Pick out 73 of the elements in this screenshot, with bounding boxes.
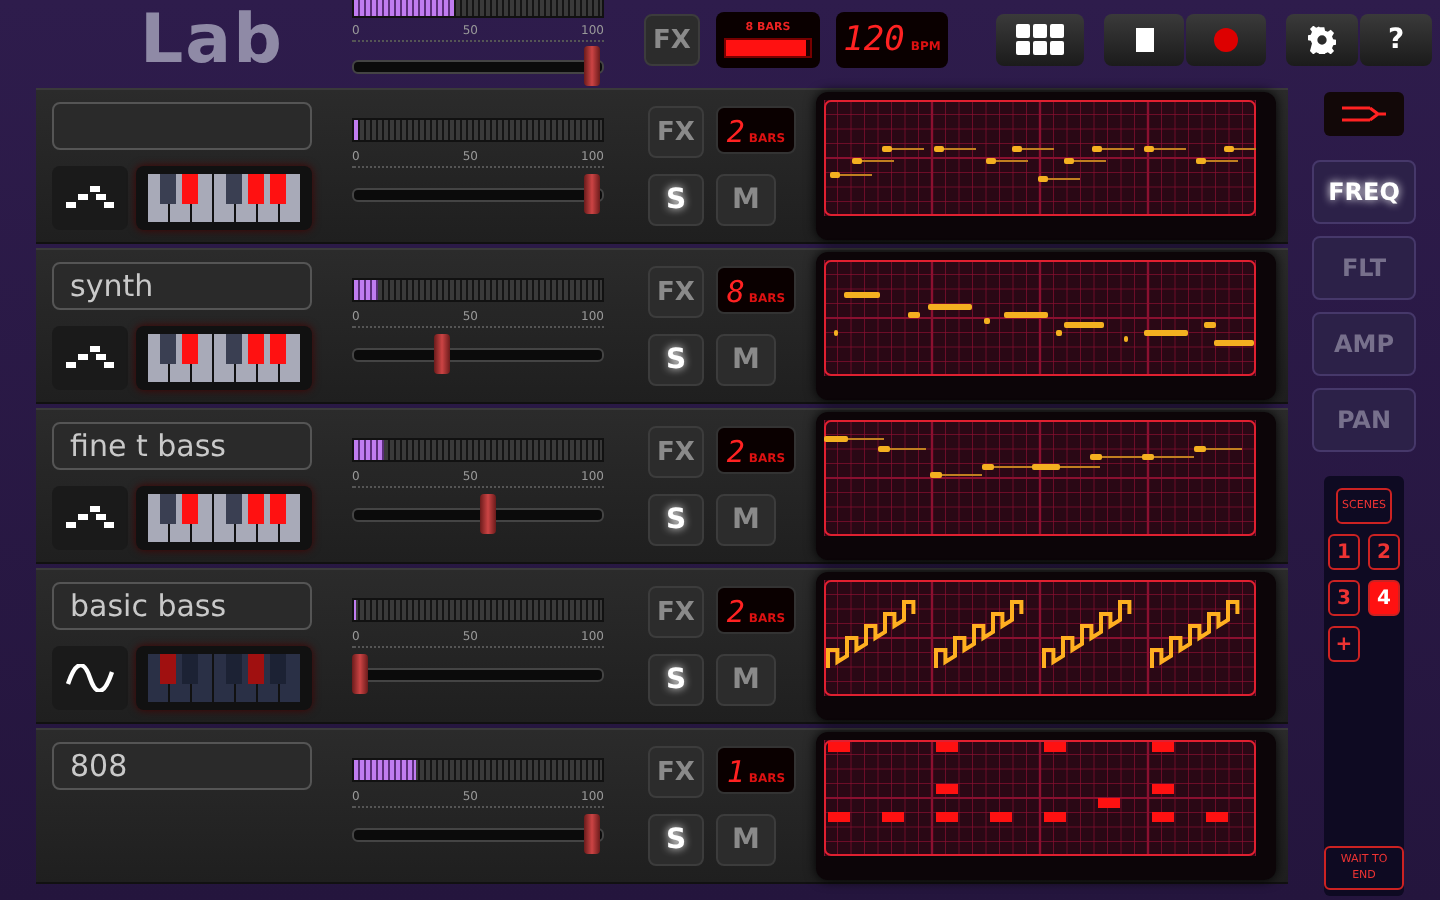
track-name-field[interactable]: basic bass	[52, 582, 312, 630]
solo-button[interactable]: S	[648, 494, 704, 546]
routing-button[interactable]	[1324, 92, 1404, 136]
help-button[interactable]: ?	[1360, 14, 1432, 66]
slider-thumb[interactable]	[584, 814, 600, 854]
solo-button[interactable]: S	[648, 814, 704, 866]
scene-button[interactable]: 1	[1328, 534, 1360, 570]
fx-button[interactable]: FX	[648, 106, 704, 158]
solo-button[interactable]: S	[648, 334, 704, 386]
sine-wave-icon[interactable]	[66, 664, 114, 692]
keyboard-icon[interactable]	[146, 174, 302, 222]
key-selector[interactable]	[136, 486, 312, 550]
scene-button[interactable]: 4	[1368, 580, 1400, 616]
slider-thumb[interactable]	[584, 174, 600, 214]
grid-view-button[interactable]	[996, 14, 1084, 66]
volume-slider[interactable]	[352, 494, 604, 534]
key-selector[interactable]	[136, 326, 312, 390]
parameter-tab[interactable]: FLT	[1312, 236, 1416, 300]
volume-slider[interactable]	[352, 654, 604, 694]
add-scene-button[interactable]: +	[1328, 626, 1360, 662]
volume-slider[interactable]	[352, 174, 604, 214]
fx-button[interactable]: FX	[648, 426, 704, 478]
keyboard-icon[interactable]	[146, 494, 302, 542]
stop-icon	[1135, 28, 1153, 52]
arpeggio-icon[interactable]	[66, 344, 114, 372]
slider-thumb[interactable]	[584, 46, 600, 86]
fx-button[interactable]: FX	[648, 746, 704, 798]
parameter-tab[interactable]: FREQ	[1312, 160, 1416, 224]
tempo-value: 120	[843, 20, 905, 60]
bars-value: 2	[726, 434, 745, 470]
slider-thumb[interactable]	[352, 654, 368, 694]
bars-value: 1	[726, 754, 745, 790]
mute-button[interactable]: M	[716, 334, 776, 386]
pattern-display[interactable]	[816, 252, 1276, 400]
slider-thumb[interactable]	[433, 334, 450, 374]
mute-button[interactable]: M	[716, 654, 776, 706]
record-button[interactable]	[1186, 14, 1266, 66]
arpeggio-icon[interactable]	[66, 184, 114, 212]
parameter-tab[interactable]: PAN	[1312, 388, 1416, 452]
mute-button[interactable]: M	[716, 494, 776, 546]
settings-icon	[1308, 26, 1336, 54]
scene-button[interactable]: 2	[1368, 534, 1400, 570]
parameter-tab[interactable]: AMP	[1312, 312, 1416, 376]
volume-slider[interactable]	[352, 334, 604, 374]
fx-button[interactable]: FX	[648, 586, 704, 638]
volume-slider[interactable]	[352, 814, 604, 854]
fx-button[interactable]: FX	[644, 14, 700, 66]
solo-button[interactable]: S	[648, 174, 704, 226]
track-name-field[interactable]: fine t bass	[52, 422, 312, 470]
track-name-field[interactable]	[52, 102, 312, 150]
fx-button[interactable]: FX	[648, 266, 704, 318]
stop-button[interactable]	[1104, 14, 1184, 66]
settings-button[interactable]	[1286, 14, 1358, 66]
pattern-display[interactable]	[816, 732, 1276, 880]
pattern-display[interactable]	[816, 572, 1276, 720]
mute-button[interactable]: M	[716, 174, 776, 226]
record-icon	[1214, 28, 1238, 52]
arpeggio-icon[interactable]	[66, 504, 114, 532]
keyboard-icon[interactable]	[146, 334, 302, 382]
bars-value: 2	[726, 594, 745, 630]
key-selector[interactable]	[136, 166, 312, 230]
track-name-field[interactable]: 808	[52, 742, 312, 790]
track-name-field[interactable]: synth	[52, 262, 312, 310]
bars-value: 2	[726, 114, 745, 150]
scene-button[interactable]: 3	[1328, 580, 1360, 616]
mute-button[interactable]: M	[716, 814, 776, 866]
bars-value: 8	[726, 274, 745, 310]
slider-thumb[interactable]	[479, 494, 496, 534]
grid-icon	[1016, 24, 1064, 56]
pattern-display[interactable]	[816, 92, 1276, 240]
volume-slider[interactable]	[352, 46, 604, 86]
app-logo: Lab	[140, 6, 286, 74]
solo-button[interactable]: S	[648, 654, 704, 706]
